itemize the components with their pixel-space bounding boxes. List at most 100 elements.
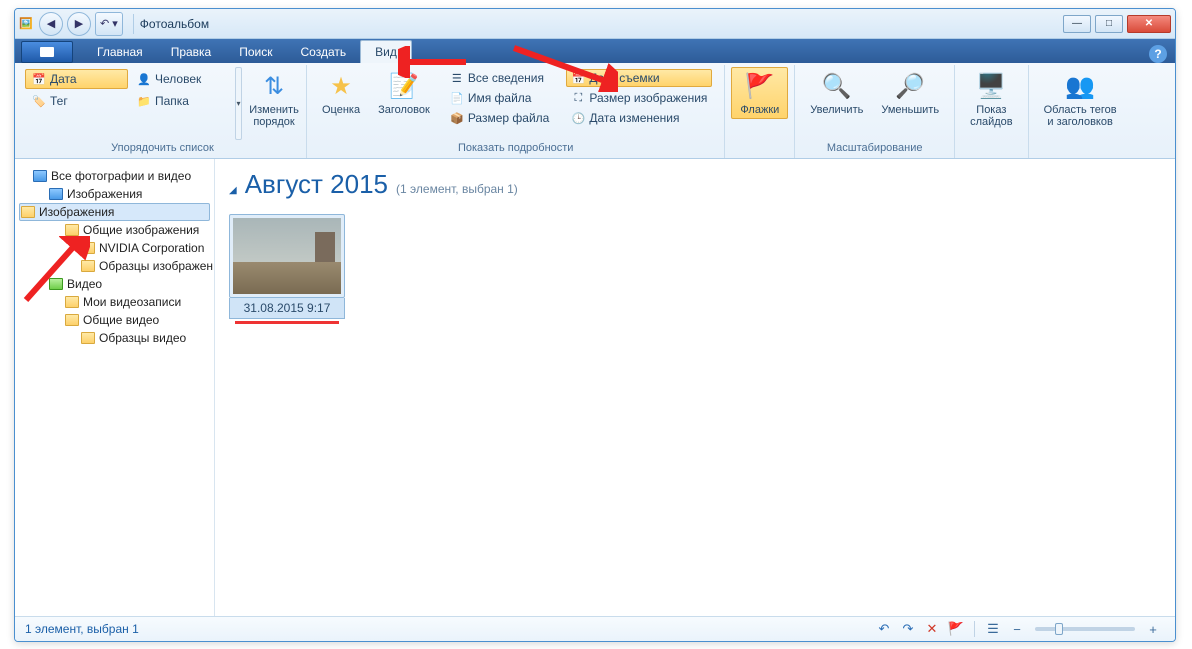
rotate-right-button[interactable]: ↷ <box>899 620 917 638</box>
collapse-icon: ◢ <box>229 185 237 196</box>
undo-button[interactable]: ↶ ▾ <box>95 12 123 36</box>
ribbon-group-details: ★ Оценка 📝 Заголовок ☰Все сведения 📄Имя … <box>307 65 725 158</box>
content-area: Все фотографии и видео Изображения Изобр… <box>15 159 1175 617</box>
flag-icon: 🚩 <box>744 70 776 102</box>
tab-search[interactable]: Поиск <box>225 41 286 63</box>
sort-by-tag[interactable]: 🏷️Тег <box>25 91 128 111</box>
group-header[interactable]: ◢ Август 2015 (1 элемент, выбран 1) <box>229 169 1161 200</box>
zoom-in-button[interactable]: 🔍 Увеличить <box>801 67 872 119</box>
slideshow-button[interactable]: 🖥️ Показ слайдов <box>961 67 1022 131</box>
detail-date-taken[interactable]: 📅Дата съемки <box>566 69 712 87</box>
maximize-button[interactable]: □ <box>1095 15 1123 33</box>
ribbon: 📅Дата 👤Человек 🏷️Тег 📁Папка ▾ ⇅ Изменить… <box>15 63 1175 159</box>
group-label-flags <box>731 140 788 156</box>
detail-all[interactable]: ☰Все сведения <box>445 69 555 87</box>
tree-shared-videos[interactable]: Общие видео <box>19 311 210 329</box>
tag-area-icon: 👥 <box>1064 70 1096 102</box>
app-window: 🖼️ ◀ ▶ ↶ ▾ Фотоальбом — □ Главная Правка… <box>14 8 1176 642</box>
ribbon-group-slideshow: 🖥️ Показ слайдов <box>955 65 1029 158</box>
calendar-icon: 📅 <box>32 72 46 86</box>
detail-date-modified[interactable]: 🕒Дата изменения <box>566 109 712 127</box>
sort-by-date[interactable]: 📅Дата <box>25 69 128 89</box>
tab-edit[interactable]: Правка <box>157 41 226 63</box>
window-controls: — □ <box>1063 15 1171 33</box>
annotation-underline <box>235 321 339 324</box>
main-panel: ◢ Август 2015 (1 элемент, выбран 1) 31.0… <box>215 159 1175 616</box>
zoom-in-small[interactable]: + <box>1144 620 1162 638</box>
sort-by-person[interactable]: 👤Человек <box>130 69 233 89</box>
tab-view[interactable]: Вид <box>360 40 412 63</box>
slideshow-icon: 🖥️ <box>975 70 1007 102</box>
zoom-out-small[interactable]: − <box>1008 620 1026 638</box>
forward-button[interactable]: ▶ <box>67 12 91 36</box>
tree-all-photos[interactable]: Все фотографии и видео <box>19 167 210 185</box>
tree-my-videos[interactable]: Мои видеозаписи <box>19 293 210 311</box>
caption-button[interactable]: 📝 Заголовок <box>369 67 439 119</box>
sort-options: 📅Дата 👤Человек 🏷️Тег 📁Папка <box>25 69 233 111</box>
rotate-left-button[interactable]: ↶ <box>875 620 893 638</box>
file-icon: 📄 <box>450 91 464 105</box>
caption-icon: 📝 <box>388 70 420 102</box>
detail-filename[interactable]: 📄Имя файла <box>445 89 555 107</box>
group-label-tagarea <box>1035 140 1126 156</box>
detail-image-size[interactable]: ⛶Размер изображения <box>566 89 712 107</box>
tab-main[interactable]: Главная <box>83 41 157 63</box>
group-subtitle: (1 элемент, выбран 1) <box>396 182 518 196</box>
separator <box>974 621 975 637</box>
zoom-out-button[interactable]: 🔎 Уменьшить <box>872 67 948 119</box>
statusbar: 1 элемент, выбран 1 ↶ ↷ ✕ 🚩 ☰ − + <box>15 617 1175 641</box>
sort-by-folder[interactable]: 📁Папка <box>130 91 233 111</box>
folder-icon <box>65 224 79 236</box>
file-menu-button[interactable] <box>21 41 73 63</box>
separator <box>133 14 134 34</box>
tree-nvidia[interactable]: NVIDIA Corporation <box>19 239 210 257</box>
details-view-button[interactable]: ☰ <box>984 620 1002 638</box>
group-title: Август 2015 <box>245 169 388 200</box>
flags-button[interactable]: 🚩 Флажки <box>731 67 788 119</box>
minimize-button[interactable]: — <box>1063 15 1091 33</box>
zoom-in-icon: 🔍 <box>821 70 853 102</box>
clock-icon: 🕒 <box>571 111 585 125</box>
thumbnail[interactable]: 31.08.2015 9:17 <box>229 214 345 324</box>
sort-more-dropdown[interactable]: ▾ <box>235 67 242 140</box>
size-icon: 📦 <box>450 111 464 125</box>
detail-filesize[interactable]: 📦Размер файла <box>445 109 555 127</box>
folder-icon <box>21 206 35 218</box>
group-label-slide <box>961 140 1022 156</box>
tag-icon: 🏷️ <box>32 94 46 108</box>
reorder-button[interactable]: ⇅ Изменить порядок <box>248 67 300 131</box>
folder-icon <box>65 296 79 308</box>
tree-video[interactable]: Видео <box>19 275 210 293</box>
zoom-slider[interactable] <box>1035 627 1135 631</box>
tree-sample-pics[interactable]: Образцы изображен <box>19 257 210 275</box>
tree-sample-videos[interactable]: Образцы видео <box>19 329 210 347</box>
window-title: Фотоальбом <box>140 17 209 31</box>
ribbon-group-tagarea: 👥 Область тегов и заголовков <box>1029 65 1132 158</box>
titlebar: 🖼️ ◀ ▶ ↶ ▾ Фотоальбом — □ <box>15 9 1175 39</box>
flag-toggle-button[interactable]: 🚩 <box>947 620 965 638</box>
tab-create[interactable]: Создать <box>287 41 361 63</box>
group-label-details: Показать подробности <box>313 140 718 156</box>
tree-pictures[interactable]: Изображения <box>19 185 210 203</box>
ribbon-group-zoom: 🔍 Увеличить 🔎 Уменьшить Масштабирование <box>795 65 955 158</box>
ribbon-tabs: Главная Правка Поиск Создать Вид ? <box>15 39 1175 63</box>
status-text: 1 элемент, выбран 1 <box>25 622 139 636</box>
help-button[interactable]: ? <box>1149 45 1167 63</box>
details-icon: ☰ <box>450 71 464 85</box>
tag-area-button[interactable]: 👥 Область тегов и заголовков <box>1035 67 1126 131</box>
folder-icon <box>81 332 95 344</box>
zoom-out-icon: 🔎 <box>894 70 926 102</box>
rating-button[interactable]: ★ Оценка <box>313 67 369 119</box>
video-icon <box>49 278 63 290</box>
tree-pictures-selected[interactable]: Изображения <box>19 203 210 221</box>
delete-button[interactable]: ✕ <box>923 620 941 638</box>
ribbon-group-sort: 📅Дата 👤Человек 🏷️Тег 📁Папка ▾ ⇅ Изменить… <box>19 65 307 158</box>
sidebar-tree: Все фотографии и видео Изображения Изобр… <box>15 159 215 616</box>
group-label-sort: Упорядочить список <box>25 140 300 156</box>
calendar-icon: 📅 <box>571 71 585 85</box>
person-icon: 👤 <box>137 72 151 86</box>
pictures-icon <box>49 188 63 200</box>
close-button[interactable] <box>1127 15 1171 33</box>
tree-shared-pics[interactable]: Общие изображения <box>19 221 210 239</box>
back-button[interactable]: ◀ <box>39 12 63 36</box>
